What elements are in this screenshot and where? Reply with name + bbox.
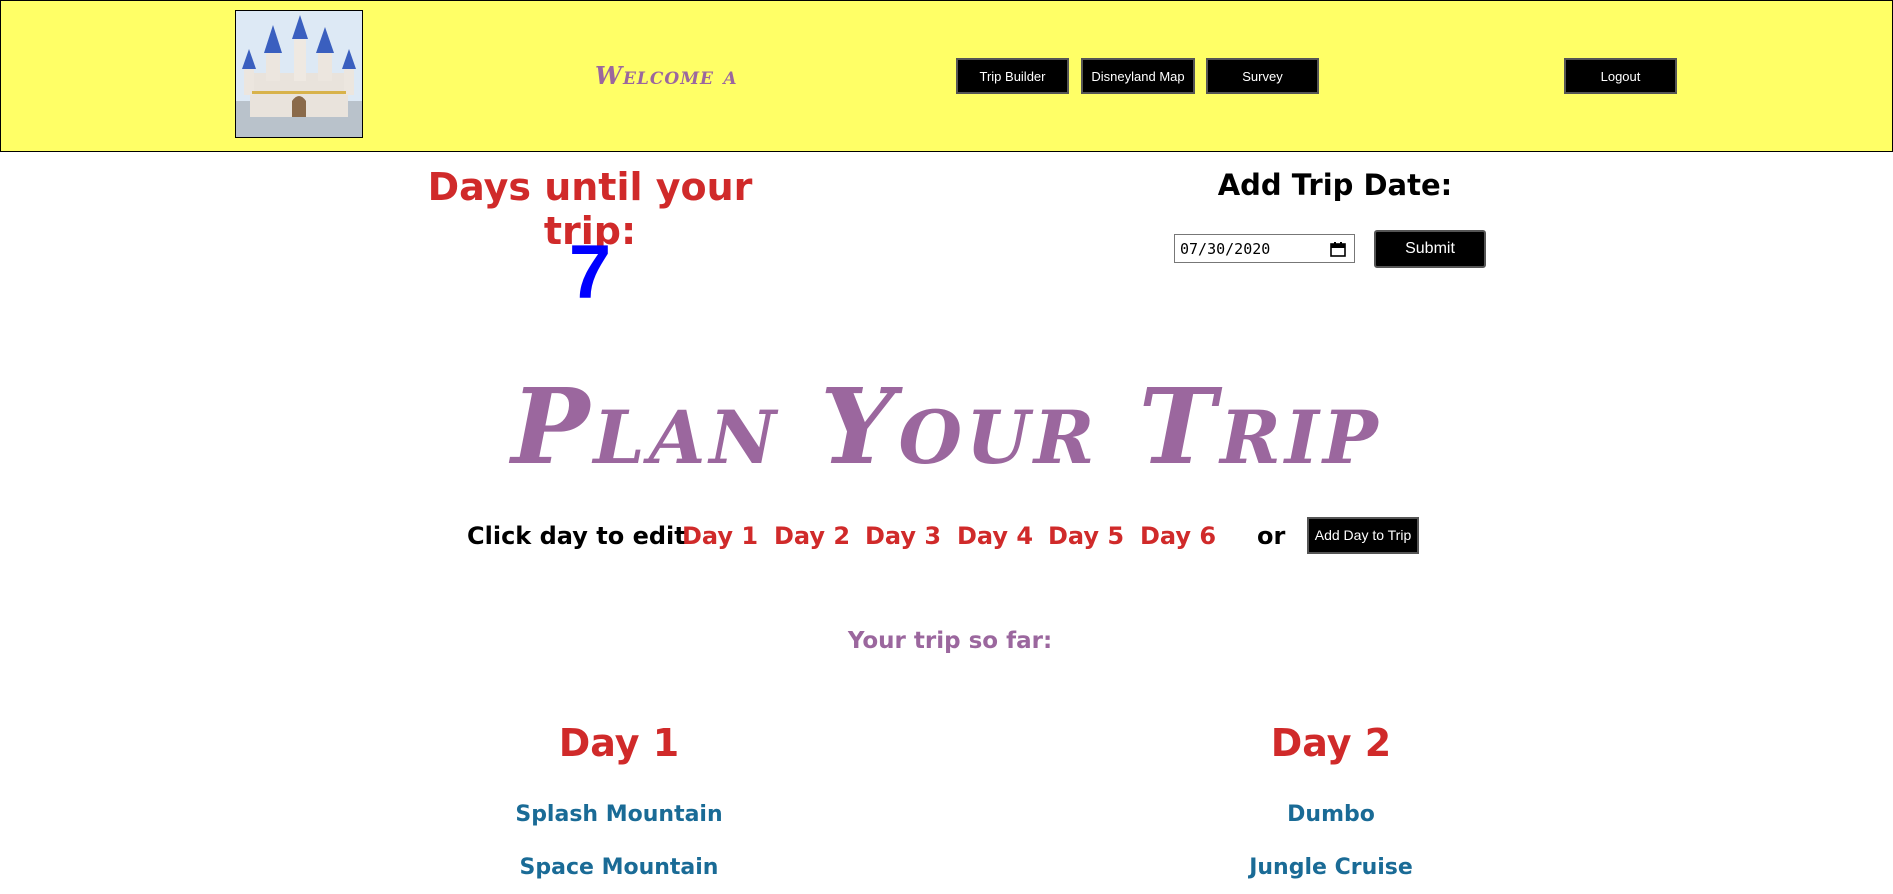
plan-your-trip-title: Plan Your Trip xyxy=(511,365,1382,488)
day-link-5[interactable]: Day 5 xyxy=(1048,522,1124,550)
trip-day-title: Day 1 xyxy=(558,721,680,765)
trip-day-column-1: Day 1 Splash Mountain Space Mountain xyxy=(369,720,869,894)
trip-so-far-label: Your trip so far: xyxy=(847,628,1053,654)
attraction-item[interactable]: Splash Mountain xyxy=(369,788,869,841)
attraction-item[interactable]: Jungle Cruise xyxy=(1081,841,1581,894)
calendar-icon[interactable] xyxy=(1330,241,1346,257)
attraction-item[interactable]: Space Mountain xyxy=(369,841,869,894)
trip-day-column-2: Day 2 Dumbo Jungle Cruise xyxy=(1081,720,1581,894)
logout-button[interactable]: Logout xyxy=(1564,58,1677,94)
castle-logo xyxy=(235,10,363,138)
disneyland-map-button[interactable]: Disneyland Map xyxy=(1081,58,1195,94)
countdown-days: 7 xyxy=(568,230,612,315)
day-link-6[interactable]: Day 6 xyxy=(1140,522,1216,550)
survey-button[interactable]: Survey xyxy=(1206,58,1319,94)
add-trip-date-title: Add Trip Date: xyxy=(1217,168,1453,202)
submit-date-button[interactable]: Submit xyxy=(1374,230,1486,268)
day-link-2[interactable]: Day 2 xyxy=(774,522,850,550)
attraction-item[interactable]: Dumbo xyxy=(1081,788,1581,841)
day-link-3[interactable]: Day 3 xyxy=(865,522,941,550)
trip-date-value: 07/30/2020 xyxy=(1180,239,1271,258)
day-link-1[interactable]: Day 1 xyxy=(682,522,758,550)
welcome-message: Welcome a xyxy=(595,61,738,90)
or-label: or xyxy=(1257,522,1286,550)
trip-day-title: Day 2 xyxy=(1270,721,1392,765)
trip-builder-button[interactable]: Trip Builder xyxy=(956,58,1069,94)
day-link-4[interactable]: Day 4 xyxy=(957,522,1033,550)
click-day-label: Click day to edit xyxy=(467,522,686,550)
header-bar: Welcome a Trip Builder Disneyland Map Su… xyxy=(0,0,1893,152)
add-day-button[interactable]: Add Day to Trip xyxy=(1307,517,1419,554)
trip-date-input[interactable]: 07/30/2020 xyxy=(1174,234,1355,263)
